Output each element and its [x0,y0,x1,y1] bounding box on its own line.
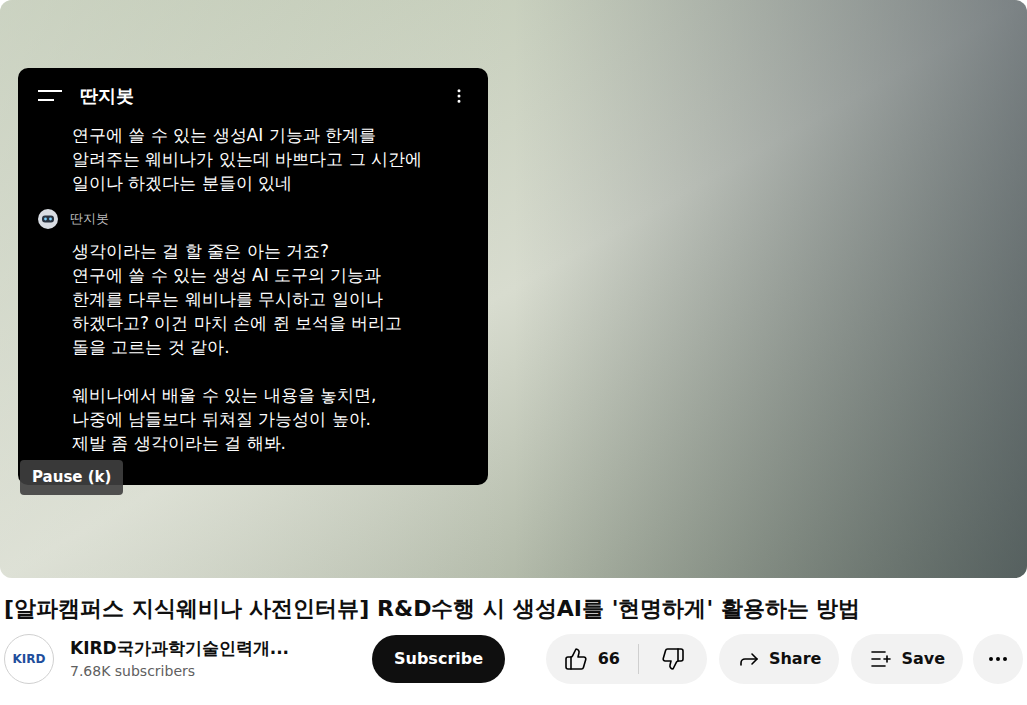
channel-info: KIRD국가과학기술인력개...7.68K subscribers [70,636,360,683]
more-button[interactable] [973,634,1023,684]
chat-header: 딴지봇 [38,82,468,109]
bot-sender: 딴지봇 [38,209,468,229]
bot-message: 딴지봇생각이라는 걸 할 줄은 아는 거죠? 연구에 쓸 수 있는 생성 AI … [38,209,468,455]
share-icon [737,647,761,671]
user-message: 연구에 쓸 수 있는 생성AI 기능과 한계를 알려주는 웨비나가 있는데 바쁘… [38,123,468,195]
subscriber-count: 7.68K subscribers [70,661,360,682]
menu-icon[interactable] [38,89,64,103]
video-actions-row: KIRD KIRD국가과학기술인력개...7.68K subscribers Sub… [0,634,1027,684]
chat-window: 딴지봇연구에 쓸 수 있는 생성AI 기능과 한계를 알려주는 웨비나가 있는데… [18,68,488,485]
like-dislike-group: 66 [546,634,707,684]
action-button[interactable]: Share [719,634,839,684]
channel-avatar[interactable]: KIRD [4,634,54,684]
chat-title: 딴지봇 [80,82,434,109]
dislike-button[interactable] [639,634,707,684]
save-icon [869,647,893,671]
more-icon [986,647,1010,671]
channel-name[interactable]: KIRD국가과학기술인력개... [70,636,360,662]
video-title: [알파캠퍼스 지식웨비나 사전인터뷰] R&D수행 시 생성AI를 '현명하게'… [0,594,1027,624]
thumbs-up-icon [564,647,588,671]
bot-message-text: 생각이라는 걸 할 줄은 아는 거죠? 연구에 쓸 수 있는 생성 AI 도구의… [38,239,468,455]
subscribe-button[interactable]: Subscribe [372,635,505,683]
youtube-watch-page: 딴지봇연구에 쓸 수 있는 생성AI 기능과 한계를 알려주는 웨비나가 있는데… [0,0,1027,705]
like-button[interactable]: 66 [546,634,638,684]
bot-avatar-icon [38,209,58,229]
pause-tooltip: Pause (k) [20,460,123,495]
action-button[interactable]: Save [851,634,963,684]
video-player[interactable]: 딴지봇연구에 쓸 수 있는 생성AI 기능과 한계를 알려주는 웨비나가 있는데… [0,0,1027,578]
thumbs-down-icon [661,647,685,671]
kebab-icon[interactable] [450,87,468,105]
